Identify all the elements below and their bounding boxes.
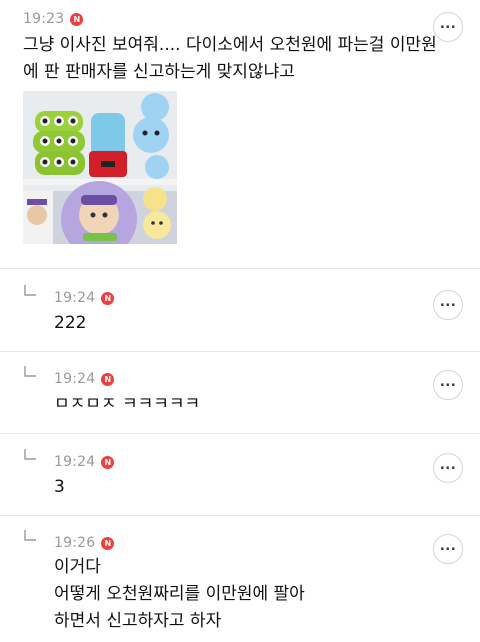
more-options-button[interactable]: ... — [433, 370, 463, 400]
new-badge-icon: N — [101, 455, 115, 469]
comment-meta: 19:24 N — [54, 454, 115, 470]
comment-line: ㅁㅈㅁㅈ ㅋㅋㅋㅋㅋ — [54, 394, 201, 414]
more-options-button[interactable]: ... — [433, 290, 463, 320]
comment-line: 하면서 신고하자고 하자 — [54, 611, 222, 631]
more-horizontal-icon: ... — [439, 538, 457, 554]
comment-time: 19:24 — [54, 290, 96, 306]
comment-divider — [0, 351, 480, 352]
comment-time: 19:23 — [23, 11, 65, 27]
comment-time: 19:24 — [54, 454, 96, 470]
comment-meta: 19:24 N — [54, 290, 115, 306]
more-horizontal-icon: ... — [439, 374, 457, 390]
more-horizontal-icon: ... — [439, 294, 457, 310]
comment-line: 222 — [54, 313, 87, 333]
new-badge-icon: N — [101, 291, 115, 305]
comment-time: 19:24 — [54, 371, 96, 387]
reply-arrow-icon — [24, 530, 36, 541]
more-horizontal-icon: ... — [439, 457, 457, 473]
comment-divider — [0, 268, 480, 269]
more-horizontal-icon: ... — [439, 16, 457, 32]
more-options-button[interactable]: ... — [433, 12, 463, 42]
new-badge-icon: N — [101, 372, 115, 386]
new-badge-icon: N — [70, 12, 84, 26]
comment-text: 이거다어떻게 오천원짜리를 이만원에 팔아하면서 신고하자고 하자 — [54, 554, 305, 635]
comment-line: 어떻게 오천원짜리를 이만원에 팔아 — [54, 584, 305, 604]
comment-line: 에 판 판매자를 신고하는게 맞지않냐고 — [23, 62, 295, 82]
comment-meta: 19:24 N — [54, 371, 115, 387]
comment-text: 222 — [54, 310, 86, 337]
comment-divider — [0, 515, 480, 516]
comment-meta: 19:26 N — [54, 535, 115, 551]
comment-text: 3 — [54, 474, 65, 501]
photo-illustration — [23, 91, 177, 244]
comment-line: 그냥 이사진 보여줘.... 다이소에서 오천원에 파는걸 이만원 — [23, 35, 437, 55]
reply-arrow-icon — [24, 285, 36, 296]
comment-line: 이거다 — [54, 557, 101, 577]
comment-divider — [0, 433, 480, 434]
comment-line: 3 — [54, 477, 65, 497]
comment-text: 그냥 이사진 보여줘.... 다이소에서 오천원에 파는걸 이만원에 판 판매자… — [23, 32, 437, 86]
more-options-button[interactable]: ... — [433, 534, 463, 564]
new-badge-icon: N — [101, 536, 115, 550]
more-options-button[interactable]: ... — [433, 453, 463, 483]
comment-text: ㅁㅈㅁㅈ ㅋㅋㅋㅋㅋ — [54, 391, 200, 418]
comment-photo[interactable] — [23, 91, 177, 244]
comment-meta: 19:23 N — [23, 11, 84, 27]
comment-time: 19:26 — [54, 535, 96, 551]
reply-arrow-icon — [24, 449, 36, 460]
reply-arrow-icon — [24, 366, 36, 377]
